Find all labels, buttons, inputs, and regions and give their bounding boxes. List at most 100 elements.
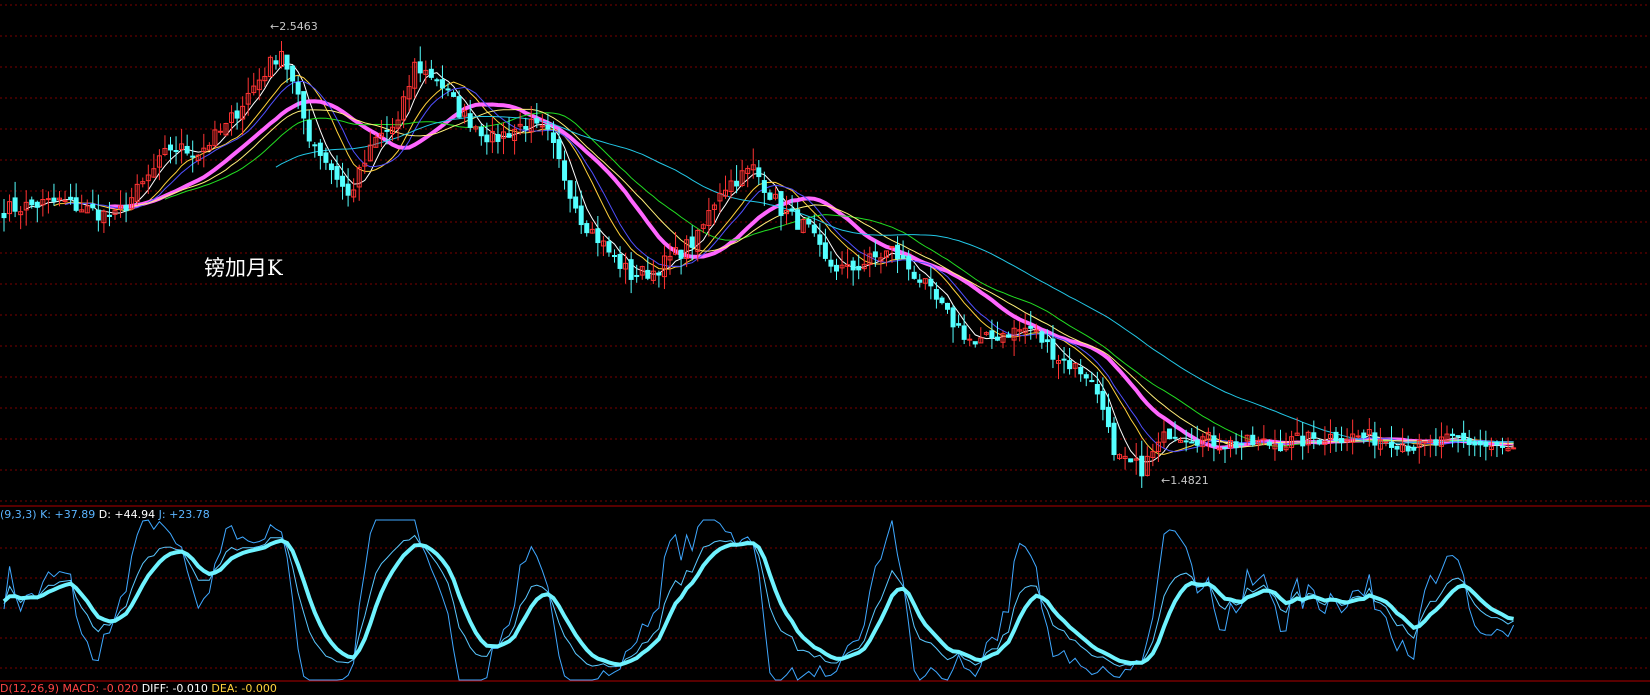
- candle-body: [90, 203, 96, 209]
- candle-body: [756, 167, 762, 178]
- candle-body: [1222, 446, 1228, 449]
- candle-body: [1250, 434, 1256, 446]
- candle-body: [295, 82, 301, 95]
- macd-params: D(12,26,9): [0, 682, 60, 695]
- candle-body: [994, 336, 1000, 341]
- candle-body: [290, 65, 296, 82]
- candle-body: [95, 209, 101, 221]
- candle-body: [173, 150, 179, 153]
- candle-body: [584, 223, 590, 234]
- candle-body: [439, 79, 445, 89]
- candle-body: [234, 110, 240, 119]
- candle-body: [900, 254, 906, 259]
- candle-body: [778, 191, 784, 216]
- candle-body: [1405, 445, 1411, 452]
- candle-body: [578, 205, 584, 226]
- candle-body: [595, 228, 601, 244]
- candle-body: [562, 160, 568, 181]
- candle-body: [217, 130, 223, 133]
- candle-body: [645, 269, 651, 279]
- candle-body: [323, 152, 329, 163]
- ma30-line: [164, 112, 1514, 447]
- candle-body: [1372, 432, 1378, 446]
- candle-body: [1067, 360, 1073, 370]
- kdj-j-line: [3, 519, 1515, 681]
- candle-body: [1111, 422, 1117, 456]
- candle-body: [828, 259, 834, 267]
- candle-body: [73, 197, 79, 211]
- candle-body: [989, 330, 995, 339]
- macd-legend: D(12,26,9) MACD: -0.020 DIFF: -0.010 DEA…: [0, 682, 277, 695]
- macd-value: -0.020: [102, 682, 139, 695]
- candle-body: [806, 218, 812, 225]
- candle-body: [1316, 439, 1322, 445]
- candle-body: [856, 265, 862, 271]
- candle-body: [617, 253, 623, 269]
- candle-body: [1394, 445, 1400, 450]
- candle-body: [123, 204, 129, 212]
- candle-body: [1472, 441, 1478, 446]
- candle-body: [573, 196, 579, 209]
- candle-body: [734, 180, 740, 187]
- candle-body: [523, 126, 529, 130]
- candle-body: [478, 126, 484, 137]
- candle-body: [445, 88, 451, 91]
- candle-body: [273, 60, 279, 65]
- candle-body: [106, 214, 112, 217]
- candle-body: [767, 192, 773, 200]
- candle-body: [950, 307, 956, 328]
- candle-body: [1311, 432, 1317, 439]
- candle-body: [795, 209, 801, 230]
- candle-body: [545, 124, 551, 130]
- candle-body: [190, 155, 196, 158]
- kdj-legend: (9,3,3) K: +37.89 D: +44.94 J: +23.78: [0, 508, 210, 521]
- diff-label: DIFF:: [141, 682, 169, 695]
- candle-body: [895, 244, 901, 260]
- candle-body: [945, 302, 950, 310]
- candle-body: [428, 68, 434, 78]
- candle-body: [1383, 441, 1389, 444]
- dea-label: DEA:: [211, 682, 238, 695]
- kdj-d-line: [2, 538, 1514, 667]
- candle-body: [1050, 338, 1056, 360]
- candle-body: [917, 279, 923, 283]
- candle-body: [1466, 438, 1472, 446]
- candle-body: [1006, 334, 1012, 338]
- candle-body: [328, 163, 334, 171]
- candle-body: [961, 325, 967, 340]
- candle-body: [484, 134, 490, 143]
- candle-body: [1433, 439, 1439, 446]
- candle-body: [345, 183, 351, 196]
- candle-body: [1089, 380, 1095, 383]
- candle-body: [1355, 435, 1361, 438]
- candle-body: [612, 254, 617, 257]
- diff-value: -0.010: [172, 682, 208, 695]
- candle-body: [456, 96, 462, 118]
- candle-body: [550, 132, 556, 143]
- candle-body: [62, 200, 68, 203]
- candle-body: [606, 241, 612, 253]
- dea-value: -0.000: [241, 682, 277, 695]
- candle-body: [534, 118, 540, 124]
- candle-body: [1128, 458, 1134, 463]
- chart-canvas: [0, 4, 1650, 682]
- candle-body: [1300, 435, 1306, 447]
- candle-body: [539, 125, 545, 128]
- low-annotation: ←1.4821: [1161, 474, 1209, 487]
- macd-label: MACD:: [62, 682, 100, 695]
- candle-body: [689, 236, 695, 248]
- candle-body: [906, 255, 912, 270]
- kdj-k-value: +37.89: [54, 508, 96, 521]
- grid: [0, 4, 1650, 682]
- candle-body: [34, 201, 40, 208]
- candle-body: [1078, 366, 1084, 375]
- candle-body: [939, 297, 945, 304]
- candle-body: [656, 272, 662, 276]
- candle-body: [928, 278, 934, 287]
- candle-body: [956, 323, 962, 326]
- candle-body: [556, 139, 562, 160]
- candle-body: [834, 264, 839, 272]
- candle-body: [1, 212, 7, 219]
- candle-body: [1044, 339, 1050, 343]
- candle-body: [1477, 440, 1483, 446]
